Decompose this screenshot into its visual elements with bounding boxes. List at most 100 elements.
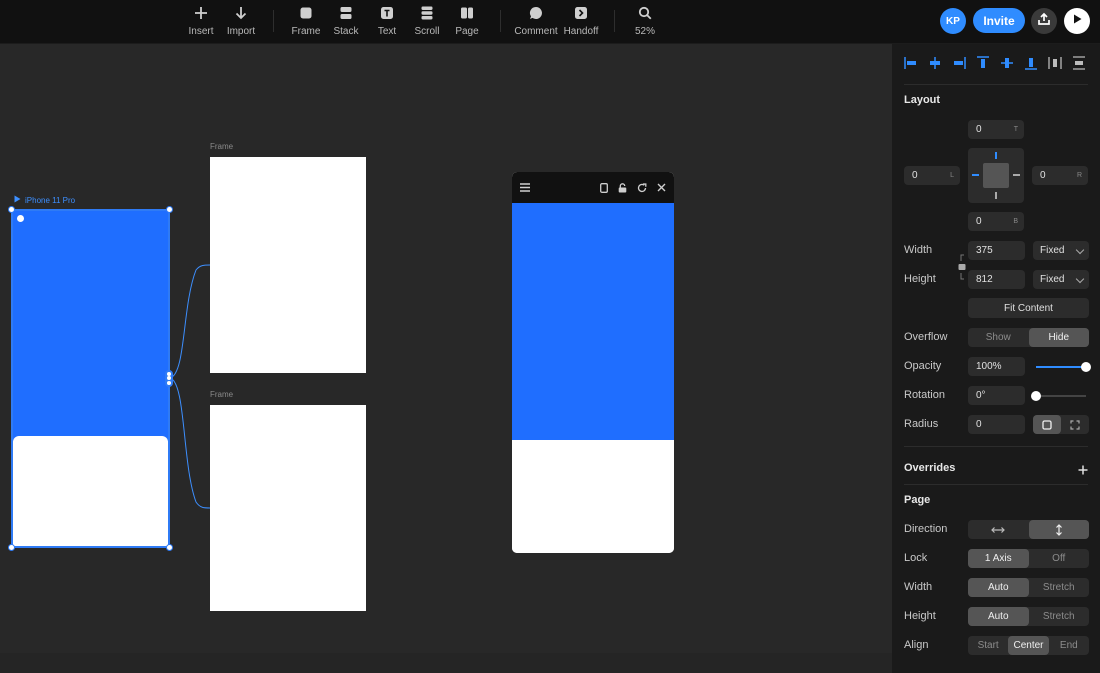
slider-knob[interactable]: [1081, 362, 1091, 372]
play-icon: [1071, 12, 1083, 30]
width-mode-select[interactable]: Fixed: [1033, 241, 1089, 260]
arrow-down-icon: [232, 4, 250, 22]
page-height-toggle[interactable]: Auto Stretch: [968, 607, 1089, 626]
import-button[interactable]: Import: [213, 4, 269, 37]
radius-mode-toggle[interactable]: [1033, 415, 1089, 434]
align-toggle[interactable]: Start Center End: [968, 636, 1089, 655]
align-middle-icon[interactable]: [998, 54, 1016, 72]
radius-individual-corners-icon[interactable]: [1061, 415, 1089, 434]
height-input[interactable]: 812: [968, 270, 1025, 289]
menu-icon[interactable]: [520, 183, 530, 192]
overflow-hide-option[interactable]: Hide: [1028, 328, 1089, 347]
refresh-icon[interactable]: [637, 182, 647, 193]
width-label: Width: [904, 244, 933, 256]
iphone-frame-selected[interactable]: [11, 209, 170, 548]
iphone-frame-label[interactable]: iPhone 11 Pro: [14, 195, 75, 205]
radius-all-corners-icon[interactable]: [1033, 415, 1061, 434]
toolbar-divider: [500, 10, 501, 32]
upload-icon: [1037, 12, 1051, 31]
align-label: Align: [904, 639, 929, 651]
page-width-auto-option[interactable]: Auto: [968, 578, 1029, 597]
page-height-label: Height: [904, 610, 936, 622]
frame-2[interactable]: [210, 405, 366, 611]
page-tool-button[interactable]: Page: [439, 4, 495, 37]
resize-handle[interactable]: [8, 544, 15, 551]
lock-one-axis-option[interactable]: 1 Axis: [968, 549, 1029, 568]
device-icon[interactable]: [600, 182, 608, 193]
preview-window[interactable]: [512, 172, 674, 553]
zoom-control[interactable]: 52%: [617, 4, 673, 37]
radius-input[interactable]: 0: [968, 415, 1025, 434]
lock-toggle[interactable]: 1 Axis Off: [968, 549, 1089, 568]
padding-top-input[interactable]: 0T: [968, 120, 1024, 139]
page-width-toggle[interactable]: Auto Stretch: [968, 578, 1089, 597]
align-center-horizontal-icon[interactable]: [926, 54, 944, 72]
divider: [904, 84, 1088, 85]
width-input[interactable]: 375: [968, 241, 1025, 260]
resize-handle[interactable]: [8, 206, 15, 213]
frame-origin-dot: [17, 215, 24, 222]
frame-1[interactable]: [210, 157, 366, 373]
resize-handle[interactable]: [166, 544, 173, 551]
avatar[interactable]: KP: [940, 8, 966, 34]
opacity-input[interactable]: 100%: [968, 357, 1025, 376]
padding-bottom-input[interactable]: 0B: [968, 212, 1024, 231]
opacity-label: Opacity: [904, 360, 942, 372]
page-width-stretch-option[interactable]: Stretch: [1029, 578, 1090, 597]
opacity-slider[interactable]: [1036, 362, 1091, 372]
preview-play-button[interactable]: [1064, 8, 1090, 34]
padding-visualizer[interactable]: [968, 148, 1024, 203]
page-icon: [458, 4, 476, 22]
overflow-toggle[interactable]: Show Hide: [968, 328, 1089, 347]
frame-name-label[interactable]: Frame: [210, 142, 233, 151]
rotation-slider[interactable]: [1031, 391, 1086, 401]
align-bottom-icon[interactable]: [1022, 54, 1040, 72]
aspect-lock-icon[interactable]: [958, 254, 966, 285]
align-top-icon[interactable]: [974, 54, 992, 72]
handoff-button[interactable]: Handoff: [553, 4, 609, 37]
page-height-stretch-option[interactable]: Stretch: [1029, 607, 1090, 626]
fit-content-button[interactable]: Fit Content: [968, 298, 1089, 318]
slider-knob[interactable]: [1031, 391, 1041, 401]
lock-off-option[interactable]: Off: [1029, 549, 1090, 568]
scroll-icon: [418, 4, 436, 22]
overrides-section-title: Overrides: [904, 462, 956, 474]
padding-right-input[interactable]: 0R: [1032, 166, 1088, 185]
add-override-icon[interactable]: [1078, 462, 1088, 480]
frame-icon: [297, 4, 315, 22]
horizontal-arrows-icon[interactable]: [968, 520, 1029, 539]
overflow-show-option[interactable]: Show: [968, 328, 1029, 347]
stack-label: Stack: [333, 26, 359, 37]
close-icon[interactable]: [657, 183, 666, 192]
link-connector-handle[interactable]: [165, 370, 173, 387]
preview-white-area: [512, 440, 674, 553]
scroll-label: Scroll: [414, 26, 440, 37]
page-height-auto-option[interactable]: Auto: [968, 607, 1029, 626]
padding-left-input[interactable]: 0L: [904, 166, 960, 185]
frame-name-label[interactable]: Frame: [210, 390, 233, 399]
toolbar-divider: [614, 10, 615, 32]
height-mode-select[interactable]: Fixed: [1033, 270, 1089, 289]
direction-toggle[interactable]: [968, 520, 1089, 539]
resize-handle[interactable]: [166, 206, 173, 213]
distribute-horizontal-icon[interactable]: [1046, 54, 1064, 72]
align-start-option[interactable]: Start: [968, 636, 1008, 655]
page-label: Page: [455, 26, 479, 37]
direction-label: Direction: [904, 523, 948, 535]
handoff-icon: [572, 4, 590, 22]
distribute-vertical-icon[interactable]: [1070, 54, 1088, 72]
radius-label: Radius: [904, 418, 939, 430]
iphone-content-card[interactable]: [13, 436, 168, 546]
align-end-option[interactable]: End: [1049, 636, 1089, 655]
vertical-arrows-icon[interactable]: [1028, 520, 1089, 539]
rotation-input[interactable]: 0°: [968, 386, 1025, 405]
share-button[interactable]: [1031, 8, 1057, 34]
chevron-down-icon: [1075, 274, 1085, 284]
lock-open-icon[interactable]: [618, 182, 627, 193]
align-right-icon[interactable]: [950, 54, 968, 72]
invite-button[interactable]: Invite: [973, 8, 1025, 33]
preview-toolbar: [512, 172, 674, 203]
zoom-level: 52%: [634, 26, 655, 37]
align-left-icon[interactable]: [902, 54, 920, 72]
align-center-option[interactable]: Center: [1008, 636, 1049, 655]
